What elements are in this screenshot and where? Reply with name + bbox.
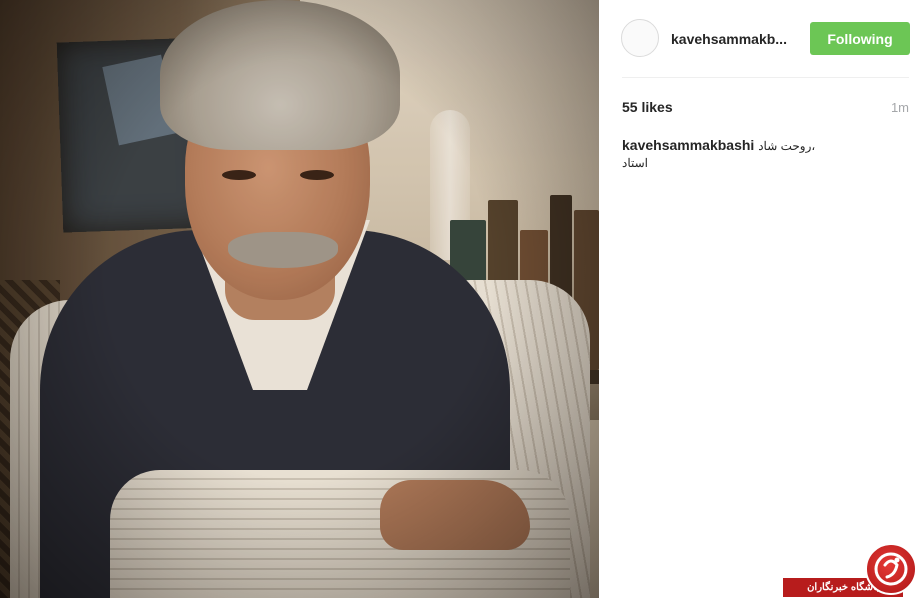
post-timestamp[interactable]: 1m [869,100,909,115]
photo-vignette [0,0,599,598]
caption-username[interactable]: kavehsammakbashi [622,137,754,153]
caption-text-line1: روحت شاد، [758,139,816,153]
header-divider [622,77,909,78]
watermark: باشگاه خبرنگاران [783,543,919,598]
likes-count[interactable]: 55 likes [622,99,673,115]
post-header: kavehsammakb... Following [599,0,919,78]
brand-logo-icon [865,543,917,595]
post-photo[interactable] [0,0,599,598]
post-caption: kavehsammakbashi روحت شاد، استاد [622,137,822,172]
header-username[interactable]: kavehsammakb... [671,31,797,47]
post-sidebar: kavehsammakb... Following 55 likes 1m ka… [599,0,919,598]
avatar[interactable] [621,19,659,57]
following-button[interactable]: Following [810,22,910,55]
caption-text-line2: استاد [621,156,648,170]
